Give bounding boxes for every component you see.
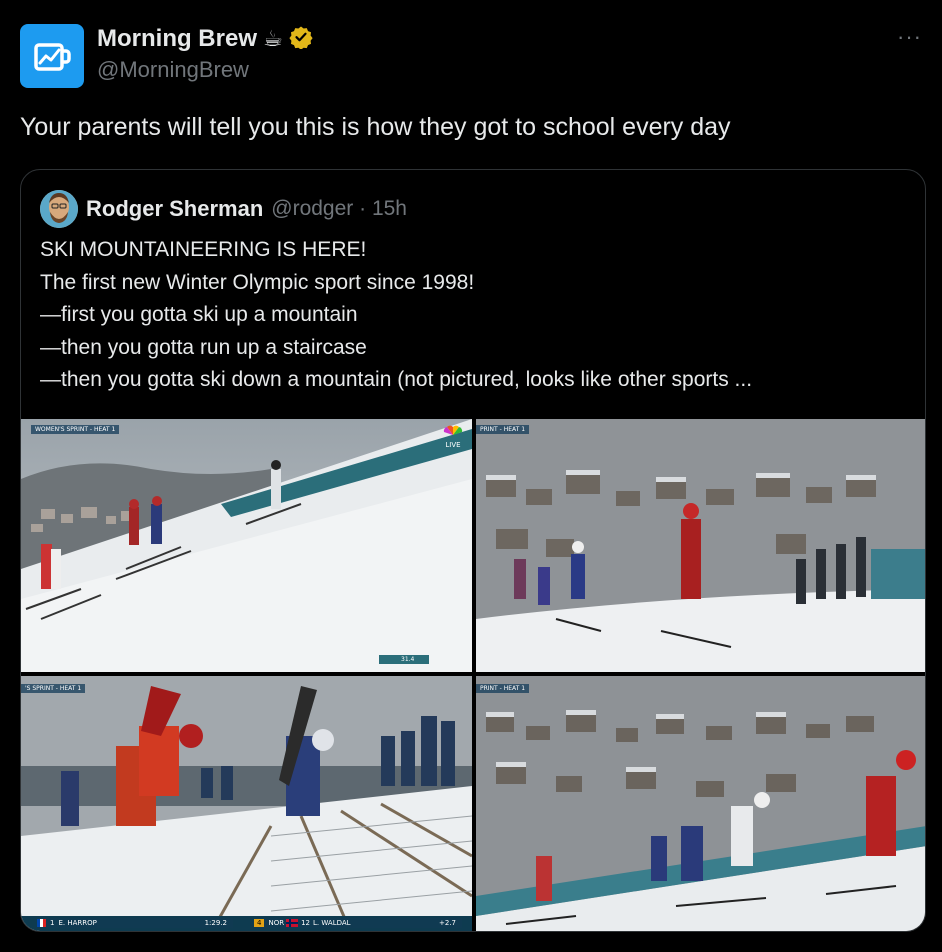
result-row-1: 1 E. HARROP 1:29.2 bbox=[37, 918, 233, 928]
quoted-line: —then you gotta ski down a mountain (not… bbox=[40, 368, 753, 391]
timer: 31.4 bbox=[401, 656, 415, 663]
live-label: LIVE bbox=[445, 441, 461, 449]
athlete-time: 1:29.2 bbox=[204, 919, 227, 927]
coffee-emoji: ☕ bbox=[263, 26, 283, 51]
media-image-1[interactable]: WOMEN'S SPRINT - HEAT 1 LIVE 31.4 bbox=[21, 419, 472, 672]
author-name[interactable]: Morning Brew bbox=[97, 25, 257, 53]
heat-label: PRINT - HEAT 1 bbox=[476, 425, 530, 434]
more-options-icon[interactable]: ··· bbox=[897, 24, 922, 50]
athlete-gap: +2.7 bbox=[439, 919, 456, 927]
post-text: Your parents will tell you this is how t… bbox=[20, 113, 731, 141]
author-block: Morning Brew ☕ @MorningBrew bbox=[97, 24, 313, 83]
quoted-author-avatar[interactable] bbox=[40, 190, 78, 228]
morning-brew-logo-icon[interactable] bbox=[20, 24, 84, 88]
media-image-4[interactable]: PRINT - HEAT 1 bbox=[476, 676, 925, 931]
heat-label: PRINT - HEAT 1 bbox=[476, 684, 530, 693]
country-code: NOR bbox=[268, 919, 285, 927]
network-logo: LIVE bbox=[442, 425, 464, 449]
quoted-author-row: Rodger Sherman @rodger · 15h bbox=[40, 190, 407, 228]
rank: 4 bbox=[254, 919, 265, 927]
rank: 1 bbox=[50, 919, 55, 927]
quoted-post-text: SKI MOUNTAINEERING IS HERE! The first ne… bbox=[40, 234, 910, 397]
bib-number: 12 bbox=[301, 919, 311, 927]
heat-label: WOMEN'S SPRINT - HEAT 1 bbox=[31, 425, 120, 434]
media-image-2[interactable]: PRINT - HEAT 1 bbox=[476, 419, 925, 672]
author-handle[interactable]: @MorningBrew bbox=[97, 57, 313, 83]
media-grid: WOMEN'S SPRINT - HEAT 1 LIVE 31.4 PRINT … bbox=[21, 419, 925, 931]
quoted-author-meta: @rodger · 15h bbox=[271, 197, 407, 220]
flag-icon bbox=[37, 919, 46, 927]
post: Morning Brew ☕ @MorningBrew ··· Your par… bbox=[0, 0, 942, 952]
result-row-2: 4 NOR 12 L. WALDAL +2.7 bbox=[254, 918, 462, 928]
quoted-author-name[interactable]: Rodger Sherman bbox=[86, 196, 263, 222]
verified-badge-icon bbox=[289, 25, 313, 54]
media-image-3[interactable]: 'S SPRINT - HEAT 1 1 E. HARROP 1:29.2 4 … bbox=[21, 676, 472, 931]
heat-label: 'S SPRINT - HEAT 1 bbox=[21, 684, 86, 693]
quoted-line: —first you gotta ski up a mountain bbox=[40, 303, 358, 326]
quoted-line: SKI MOUNTAINEERING IS HERE! bbox=[40, 238, 367, 261]
quoted-post[interactable]: Rodger Sherman @rodger · 15h SKI MOUNTAI… bbox=[20, 169, 926, 932]
quoted-line: The first new Winter Olympic sport since… bbox=[40, 270, 475, 294]
flag-icon bbox=[286, 919, 299, 927]
athlete-name: E. HARROP bbox=[58, 919, 97, 927]
athlete-name: L. WALDAL bbox=[313, 919, 351, 927]
quoted-line: —then you gotta run up a staircase bbox=[40, 335, 367, 359]
